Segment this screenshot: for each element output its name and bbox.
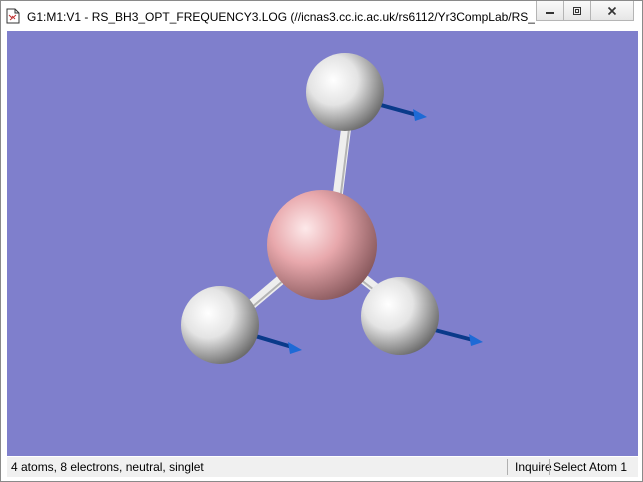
restore-icon	[573, 6, 581, 15]
molecule-summary: 4 atoms, 8 electrons, neutral, singlet	[11, 460, 204, 474]
boron-atom[interactable]	[267, 190, 377, 300]
title-bar[interactable]: G1:M1:V1 - RS_BH3_OPT_FREQUENCY3.LOG (//…	[1, 1, 642, 31]
molecule-viewport[interactable]	[7, 31, 638, 456]
molecule-canvas[interactable]	[7, 31, 638, 456]
status-divider	[507, 459, 508, 475]
mode-indicator[interactable]: Inquire	[515, 459, 552, 475]
status-bar: 4 atoms, 8 electrons, neutral, singlet I…	[7, 457, 638, 477]
status-divider	[549, 459, 550, 475]
hydrogen-atom-1[interactable]	[306, 53, 384, 131]
selection-indicator[interactable]: Select Atom 1	[553, 459, 627, 475]
vector-h2	[250, 333, 302, 354]
restore-button[interactable]	[563, 1, 591, 21]
hydrogen-atom-2[interactable]	[181, 286, 259, 364]
close-button[interactable]	[590, 1, 634, 21]
window-controls	[536, 1, 634, 22]
minimize-icon	[546, 11, 554, 14]
minimize-button[interactable]	[536, 1, 564, 21]
app-icon[interactable]	[6, 8, 20, 24]
hydrogen-atom-3[interactable]	[361, 277, 439, 355]
vector-h1	[375, 102, 427, 121]
window-title: G1:M1:V1 - RS_BH3_OPT_FREQUENCY3.LOG (//…	[27, 10, 535, 24]
close-icon	[607, 6, 617, 15]
gaussview-window: G1:M1:V1 - RS_BH3_OPT_FREQUENCY3.LOG (//…	[0, 0, 643, 482]
